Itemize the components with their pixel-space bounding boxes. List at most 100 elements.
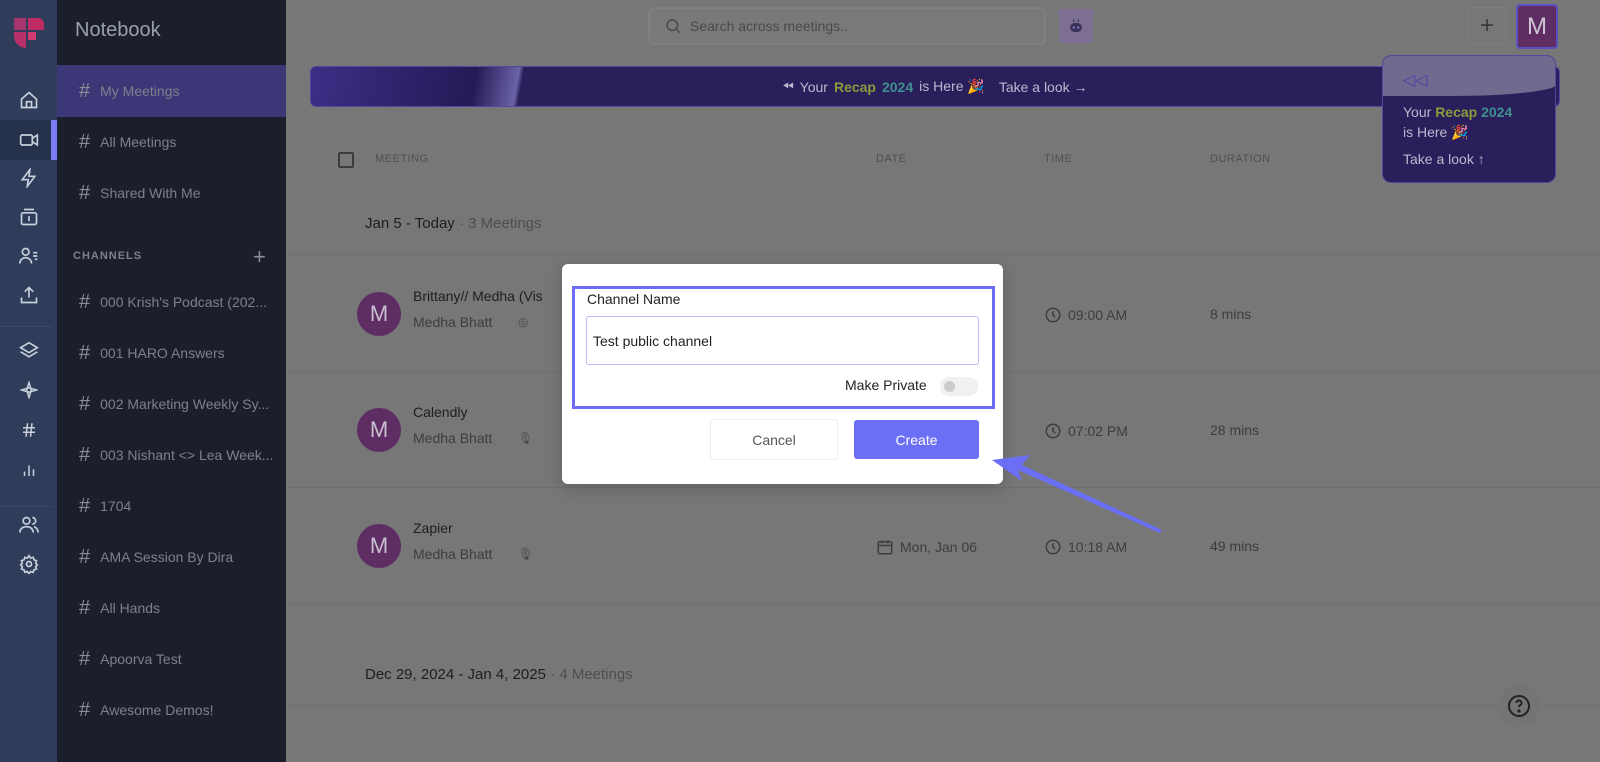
sidebar-item[interactable]: # All Meetings [57, 116, 286, 168]
col-meeting[interactable]: MEETING [375, 153, 429, 165]
meeting-name[interactable]: Zapier [413, 520, 453, 536]
lightning-icon[interactable] [0, 158, 57, 198]
ai-bot-button[interactable] [1059, 9, 1093, 43]
team-icon[interactable] [0, 505, 57, 545]
meeting-name[interactable]: Calendly [413, 404, 467, 420]
meeting-time: 09:00 AM [1044, 306, 1127, 324]
hashtag-icon: # [79, 545, 91, 568]
hashtag-icon: # [79, 79, 91, 102]
channel-label: 000 Krish's Podcast (202... [100, 294, 267, 310]
banner-year: 2024 [881, 78, 914, 95]
table-row[interactable]: M Zapier Medha Bhatt 🎙︎ Mon, Jan 06 10:1… [286, 488, 1600, 604]
banner-cta-link[interactable]: Take a look → [999, 79, 1088, 95]
cancel-button[interactable]: Cancel [710, 419, 838, 460]
create-channel-dialog: Channel Name Make Private Cancel Create [562, 264, 1003, 484]
upload-icon[interactable] [0, 275, 57, 315]
hashtag-icon: # [79, 181, 91, 204]
chrome-icon: ◎ [518, 315, 529, 329]
sidebar-item[interactable]: # My Meetings [57, 65, 286, 117]
rewind-icon: ⏪︎ [782, 78, 794, 94]
meeting-name[interactable]: Brittany// Medha (Vis [413, 288, 543, 304]
channel-item[interactable]: #000 Krish's Podcast (202... [57, 276, 286, 328]
app-logo [14, 18, 44, 48]
channel-label: Awesome Demos! [100, 702, 214, 718]
add-channel-button[interactable]: + [253, 244, 266, 270]
banner-recap: Recap [833, 78, 876, 95]
layers-icon[interactable] [0, 331, 57, 371]
meetings-video-icon[interactable] [0, 120, 57, 160]
hashtag-icon: # [79, 290, 91, 313]
calendar-icon [877, 540, 893, 555]
popup-text: Your Recap 2024 is Here 🎉 [1403, 104, 1513, 140]
add-button[interactable]: + [1468, 7, 1506, 45]
banner-decoration [311, 67, 541, 106]
group-header: Jan 5 - Today · 3 Meetings [365, 215, 542, 232]
analytics-icon[interactable] [0, 450, 57, 490]
sidebar-item[interactable]: # Shared With Me [57, 167, 286, 219]
meeting-owner: Medha Bhatt [413, 314, 493, 330]
channel-item[interactable]: #001 HARO Answers [57, 327, 286, 379]
channel-item[interactable]: # Awesome Demos! [57, 684, 286, 736]
channel-label: 003 Nishant <> Lea Week... [100, 447, 274, 463]
meeting-date: Mon, Jan 06 [876, 538, 977, 556]
meeting-time: 07:02 PM [1044, 422, 1128, 440]
hashtag-icon: # [79, 647, 91, 670]
channel-item[interactable]: # Apoorva Test [57, 633, 286, 685]
make-private-toggle[interactable] [940, 377, 978, 396]
channel-label: 1704 [100, 498, 132, 514]
avatar: M [357, 524, 401, 568]
panel-title: Notebook [75, 19, 161, 41]
make-private-label: Make Private [845, 377, 927, 393]
channel-item[interactable]: #002 Marketing Weekly Sy... [57, 378, 286, 430]
hashtag-icon: # [79, 130, 91, 153]
channels-header: CHANNELS [73, 250, 143, 262]
banner-text: Your [799, 78, 828, 95]
create-button[interactable]: Create [854, 420, 979, 459]
channel-item[interactable]: #1704 [57, 480, 286, 532]
rewind-icon: ◁◁ [1403, 72, 1428, 89]
hashtag-icon: # [79, 443, 91, 466]
help-button[interactable] [1498, 685, 1540, 727]
channel-item[interactable]: #003 Nishant <> Lea Week... [57, 429, 286, 481]
settings-gear-icon[interactable] [0, 544, 57, 584]
sparkle-icon[interactable] [0, 370, 57, 410]
hashtag-icon: # [79, 596, 91, 619]
search-placeholder: Search across meetings.. [690, 18, 848, 34]
sidebar-item-label: All Meetings [100, 134, 177, 150]
divider [0, 326, 52, 327]
meeting-owner: Medha Bhatt [413, 430, 493, 446]
user-avatar[interactable]: M [1516, 4, 1558, 49]
contacts-icon[interactable] [0, 236, 57, 276]
recap-banner[interactable]: ⏪︎ Your Recap 2024 is Here 🎉 Take a look … [310, 66, 1560, 107]
home-icon[interactable] [0, 80, 57, 120]
mic-icon: 🎙︎ [518, 431, 534, 445]
banner-text: is Here 🎉 [919, 78, 985, 94]
meeting-time: 10:18 AM [1044, 538, 1127, 556]
hashtag-icon[interactable] [0, 410, 57, 450]
clock-icon [1045, 307, 1061, 323]
col-date[interactable]: DATE [876, 153, 907, 165]
recap-popup[interactable]: ◁◁ Your Recap 2024 is Here 🎉 Take a look … [1382, 55, 1556, 183]
channel-label: Apoorva Test [100, 651, 182, 667]
popup-cta-link[interactable]: Take a look ↑ [1403, 151, 1485, 167]
icon-rail [0, 0, 57, 762]
recording-icon[interactable] [0, 197, 57, 237]
help-icon [1508, 695, 1530, 717]
clock-icon [1045, 423, 1061, 439]
col-duration[interactable]: DURATION [1210, 153, 1271, 165]
select-all-checkbox[interactable] [338, 152, 354, 168]
search-icon [666, 19, 681, 34]
hashtag-icon: # [79, 698, 91, 721]
sidebar-item-label: Shared With Me [100, 185, 201, 201]
channel-name-input[interactable] [586, 316, 979, 365]
group-header: Dec 29, 2024 - Jan 4, 2025 · 4 Meetings [365, 666, 633, 683]
col-time[interactable]: TIME [1044, 153, 1072, 165]
search-input[interactable]: Search across meetings.. [648, 7, 1046, 45]
channel-item[interactable]: # AMA Session By Dira [57, 531, 286, 583]
clock-icon [1045, 539, 1061, 555]
channel-item[interactable]: # All Hands [57, 582, 286, 634]
meeting-owner: Medha Bhatt [413, 546, 493, 562]
sidebar-item-label: My Meetings [100, 83, 180, 99]
robot-icon [1070, 19, 1082, 32]
meeting-duration: 28 mins [1210, 422, 1260, 438]
